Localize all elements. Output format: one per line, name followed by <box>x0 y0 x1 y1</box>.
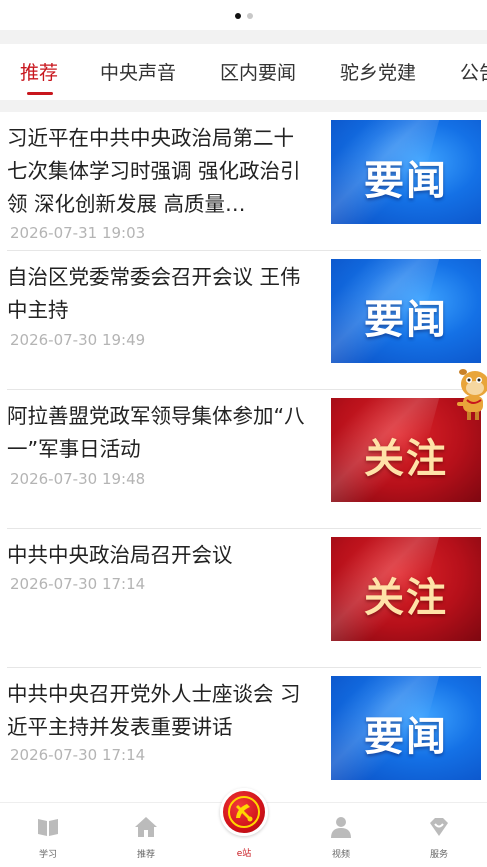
category-tabs: 推荐 中央声音 区内要闻 驼乡党建 公告 <box>0 44 487 100</box>
thumbnail-label: 关注 <box>364 435 448 482</box>
news-item[interactable]: 自治区党委常委会召开会议 王伟中主持 2026-07-30 19:49 要闻 <box>7 251 481 390</box>
book-icon <box>38 819 58 836</box>
nav-label: 服务 <box>429 850 448 860</box>
pager-dot-active[interactable] <box>234 13 241 19</box>
thumbnail-label: 关注 <box>364 574 448 621</box>
news-title: 习近平在中共中央政治局第二十七次集体学习时强调 强化政治引领 深化创新发展 高质… <box>7 126 301 216</box>
news-thumbnail: 要闻 <box>331 259 481 363</box>
thumbnail-label: 要闻 <box>364 157 448 204</box>
tab-party-building[interactable]: 驼乡党建 <box>340 44 416 100</box>
nav-label: 推荐 <box>136 850 155 860</box>
news-thumbnail: 关注 <box>331 537 481 641</box>
news-time: 2026-07-30 17:14 <box>10 746 146 764</box>
heart-diamond-icon <box>430 818 448 836</box>
person-icon <box>331 817 351 838</box>
active-tab-indicator <box>27 92 53 95</box>
thumbnail-label: 要闻 <box>364 296 448 343</box>
news-thumbnail: 要闻 <box>331 120 481 224</box>
news-title: 中共中央召开党外人士座谈会 习近平主持并发表重要讲话 <box>7 682 301 739</box>
news-time: 2026-07-30 19:49 <box>10 331 146 349</box>
news-list[interactable]: 习近平在中共中央政治局第二十七次集体学习时强调 强化政治引领 深化创新发展 高质… <box>0 112 487 802</box>
news-item[interactable]: 中共中央召开党外人士座谈会 习近平主持并发表重要讲话 2026-07-30 17… <box>7 668 481 802</box>
news-time: 2026-07-31 19:03 <box>10 224 146 242</box>
pager-dots <box>0 13 487 19</box>
tab-region-news[interactable]: 区内要闻 <box>220 44 296 100</box>
nav-label: 视频 <box>331 850 350 860</box>
home-icon <box>135 817 157 837</box>
camel-mascot-icon[interactable] <box>449 362 487 424</box>
news-item[interactable]: 习近平在中共中央政治局第二十七次集体学习时强调 强化政治引领 深化创新发展 高质… <box>7 112 481 251</box>
nav-service[interactable]: 服务 <box>409 803 469 867</box>
nav-label: 学习 <box>38 850 57 860</box>
news-title: 中共中央政治局召开会议 <box>7 543 233 567</box>
pager-dot[interactable] <box>246 13 253 19</box>
news-item[interactable]: 阿拉善盟党政军领导集体参加“八一”军事日活动 2026-07-30 19:48 … <box>7 390 481 529</box>
news-thumbnail: 要闻 <box>331 676 481 780</box>
news-title: 阿拉善盟党政军领导集体参加“八一”军事日活动 <box>7 404 305 461</box>
news-item[interactable]: 中共中央政治局召开会议 2026-07-30 17:14 关注 <box>7 529 481 668</box>
top-banner[interactable] <box>0 0 487 30</box>
party-emblem-icon[interactable] <box>220 788 268 836</box>
nav-label: e站 <box>236 849 252 859</box>
news-title: 自治区党委常委会召开会议 王伟中主持 <box>7 265 301 322</box>
nav-study[interactable]: 学习 <box>18 803 78 867</box>
tab-central-voice[interactable]: 中央声音 <box>100 44 176 100</box>
news-time: 2026-07-30 17:14 <box>10 575 146 593</box>
nav-video[interactable]: 视频 <box>311 803 371 867</box>
news-time: 2026-07-30 19:48 <box>10 470 146 488</box>
tab-announcement[interactable]: 公告 <box>460 44 487 100</box>
thumbnail-label: 要闻 <box>364 713 448 760</box>
nav-recommend[interactable]: 推荐 <box>116 803 176 867</box>
